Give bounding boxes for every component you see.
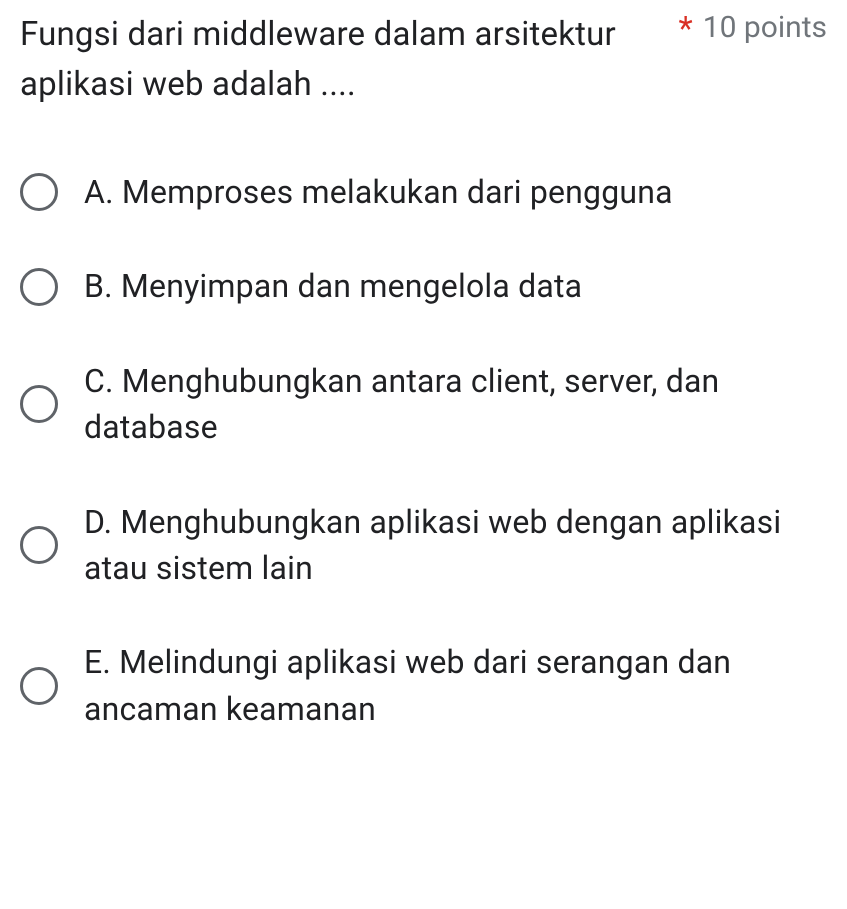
radio-icon xyxy=(20,526,58,564)
radio-icon xyxy=(20,385,58,423)
option-label: C. Menghubungkan antara client, server, … xyxy=(84,358,827,451)
question-text: Fungsi dari middleware dalam arsitektur … xyxy=(20,10,667,109)
option-a[interactable]: A. Memproses melakukan dari pengguna xyxy=(20,169,827,215)
question-meta: * 10 points xyxy=(667,10,828,49)
options-list: A. Memproses melakukan dari pengguna B. … xyxy=(20,169,827,732)
radio-icon xyxy=(20,667,58,705)
option-label: E. Melindungi aplikasi web dari serangan… xyxy=(84,639,827,732)
radio-icon xyxy=(20,268,58,306)
option-b[interactable]: B. Menyimpan dan mengelola data xyxy=(20,263,827,309)
question-container: Fungsi dari middleware dalam arsitektur … xyxy=(0,10,847,732)
radio-icon xyxy=(20,173,58,211)
option-label: A. Memproses melakukan dari pengguna xyxy=(84,169,673,215)
required-marker: * xyxy=(679,10,693,49)
option-c[interactable]: C. Menghubungkan antara client, server, … xyxy=(20,358,827,451)
option-label: B. Menyimpan dan mengelola data xyxy=(84,263,582,309)
question-header: Fungsi dari middleware dalam arsitektur … xyxy=(20,10,827,109)
option-label: D. Menghubungkan aplikasi web dengan apl… xyxy=(84,499,827,592)
points-label: 10 points xyxy=(703,10,827,45)
option-e[interactable]: E. Melindungi aplikasi web dari serangan… xyxy=(20,639,827,732)
option-d[interactable]: D. Menghubungkan aplikasi web dengan apl… xyxy=(20,499,827,592)
